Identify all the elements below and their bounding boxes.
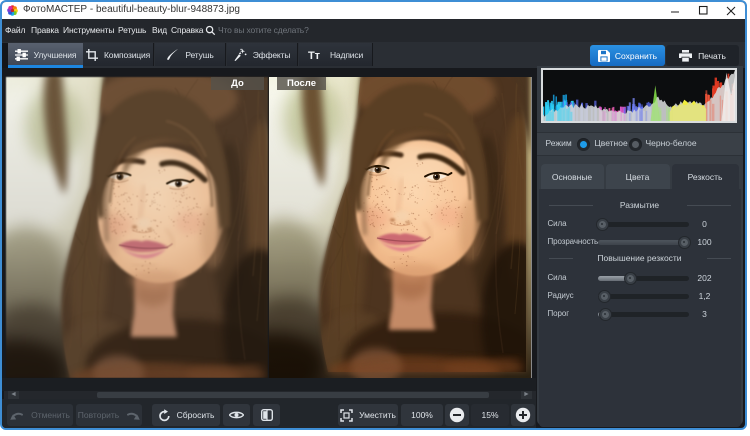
svg-text:Tт: Tт <box>308 50 321 60</box>
